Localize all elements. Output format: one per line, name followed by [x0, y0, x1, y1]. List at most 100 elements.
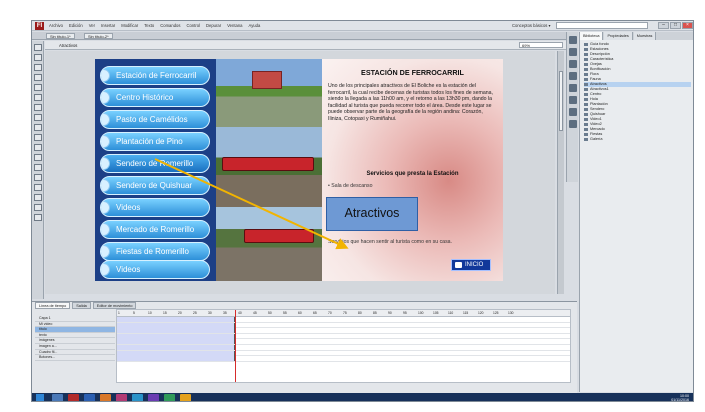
nav-button-plantacion[interactable]: Plantación de Pino: [100, 132, 210, 151]
nav-button-fiestas[interactable]: Fiestas de Romerillo: [100, 242, 210, 261]
frame-number: 50: [268, 311, 272, 315]
library-item[interactable]: Galería: [584, 137, 691, 142]
menu-texto[interactable]: Texto: [144, 23, 154, 28]
symbol-icon: [584, 67, 588, 72]
bone-tool-icon[interactable]: [33, 144, 42, 151]
minimize-icon[interactable]: –: [658, 22, 669, 29]
nav-button-sendero-quishuar[interactable]: Sendero de Quishuar: [100, 176, 210, 195]
lasso-tool-icon[interactable]: [33, 74, 42, 81]
color-panel-icon[interactable]: [568, 36, 577, 44]
tab-muestras[interactable]: Muestras: [633, 32, 657, 40]
fill-color-icon[interactable]: [33, 214, 42, 221]
frames-grid[interactable]: 1 5 10 15 20 25 30 35 40 45 50 55 60 65 …: [116, 309, 571, 383]
doc-tab-2[interactable]: Sin título-2*: [84, 33, 113, 39]
hand-tool-icon[interactable]: [33, 184, 42, 191]
nav-button-videos-1[interactable]: Videos: [100, 198, 210, 217]
brush-tool-icon[interactable]: [33, 134, 42, 141]
rectangle-tool-icon[interactable]: [33, 114, 42, 121]
zoom-tool-icon[interactable]: [33, 194, 42, 201]
illustrator-icon[interactable]: [100, 394, 111, 401]
system-clock[interactable]: 10:00 01/11/2016: [671, 394, 689, 401]
stroke-color-icon[interactable]: [33, 204, 42, 211]
library-panel: Biblioteca Propiedades Muestras Guía fon…: [579, 32, 693, 392]
frame-row[interactable]: [117, 356, 570, 362]
nav-button-sendero-romerillo[interactable]: Sendero de Romerillo: [100, 154, 210, 173]
eraser-icon[interactable]: [33, 174, 42, 181]
chrome-icon[interactable]: [180, 394, 191, 401]
nav-button-videos-2[interactable]: Videos: [100, 260, 210, 279]
premiere-icon[interactable]: [148, 394, 159, 401]
transform-tool-icon[interactable]: [33, 64, 42, 71]
playhead[interactable]: [235, 310, 236, 382]
menu-bar: Fl Archivo Edición Ver Insertar Modifica…: [32, 21, 693, 31]
nav-button-pasto[interactable]: Pasto de Camélidos: [100, 110, 210, 129]
pen-tool-icon[interactable]: [33, 84, 42, 91]
atractivos-button[interactable]: Atractivos: [326, 197, 418, 231]
excel-icon[interactable]: [164, 394, 175, 401]
transform-icon[interactable]: [568, 84, 577, 92]
inicio-button[interactable]: INICIO: [451, 259, 491, 271]
doc-tab-1[interactable]: Sin título-1*: [46, 33, 75, 39]
stage-vertical-scrollbar[interactable]: [557, 51, 564, 294]
frame-span: [117, 328, 235, 334]
info-icon[interactable]: [568, 72, 577, 80]
menu-edicion[interactable]: Edición: [69, 23, 83, 28]
nav-button-label: Videos: [116, 265, 141, 274]
tab-editor-movimiento[interactable]: Editor de movimiento: [92, 302, 137, 309]
layer-row[interactable]: Botones...: [35, 355, 115, 361]
paint-bucket-icon[interactable]: [33, 154, 42, 161]
eyedropper-icon[interactable]: [33, 164, 42, 171]
menu-archivo[interactable]: Archivo: [49, 23, 63, 28]
scene-name[interactable]: Atractivos: [59, 43, 77, 48]
symbol-icon: [584, 117, 588, 122]
maximize-icon[interactable]: □: [670, 22, 681, 29]
align-icon[interactable]: [568, 60, 577, 68]
menu-modificar[interactable]: Modificar: [121, 23, 138, 28]
menu-ayuda[interactable]: Ayuda: [249, 23, 261, 28]
help-search-input[interactable]: [556, 22, 648, 29]
start-button-icon[interactable]: [36, 394, 44, 401]
symbol-icon: [584, 122, 588, 127]
motion-presets-icon[interactable]: [568, 108, 577, 116]
code-snippets-icon[interactable]: [568, 120, 577, 128]
button-bullet-icon: [101, 157, 110, 170]
tab-linea-de-tiempo[interactable]: Línea de tiempo: [35, 302, 71, 309]
subselection-tool-icon[interactable]: [33, 54, 42, 61]
station-photo-1: [216, 59, 322, 127]
tab-salida[interactable]: Salida: [72, 302, 91, 309]
menu-control[interactable]: Control: [186, 23, 200, 28]
pencil-tool-icon[interactable]: [33, 124, 42, 131]
close-icon[interactable]: ×: [682, 22, 693, 29]
frame-number: 70: [328, 311, 332, 315]
frame-number: 1: [118, 311, 120, 315]
photoshop-icon[interactable]: [132, 394, 143, 401]
tab-biblioteca[interactable]: Biblioteca: [580, 32, 604, 40]
zoom-select[interactable]: 69%: [519, 42, 563, 48]
train-shape: [244, 229, 314, 243]
swatches-icon[interactable]: [568, 48, 577, 56]
nav-button-mercado[interactable]: Mercado de Romerillo: [100, 220, 210, 239]
flash-app-icon[interactable]: [68, 394, 79, 401]
menu-ventana[interactable]: Ventana: [227, 23, 242, 28]
nav-button-estacion[interactable]: Estación de Ferrocarril: [100, 66, 210, 85]
stage[interactable]: Estación de Ferrocarril Centro Histórico…: [95, 59, 503, 281]
scrollbar-thumb[interactable]: [559, 71, 563, 131]
button-bullet-icon: [101, 263, 110, 276]
frame-number: 125: [493, 311, 499, 315]
tab-propiedades[interactable]: Propiedades: [604, 32, 633, 40]
menu-insertar[interactable]: Insertar: [101, 23, 115, 28]
button-bullet-icon: [101, 223, 110, 236]
workspace-selector[interactable]: Conceptos básicos ▾: [512, 23, 551, 28]
components-icon[interactable]: [568, 96, 577, 104]
menu-comandos[interactable]: Comandos: [160, 23, 180, 28]
text-tool-icon[interactable]: [33, 94, 42, 101]
indesign-icon[interactable]: [116, 394, 127, 401]
explorer-icon[interactable]: [52, 394, 63, 401]
menu-depurar[interactable]: Depurar: [206, 23, 221, 28]
word-icon[interactable]: [84, 394, 95, 401]
menu-ver[interactable]: Ver: [89, 23, 95, 28]
nav-button-centro[interactable]: Centro Histórico: [100, 88, 210, 107]
line-tool-icon[interactable]: [33, 104, 42, 111]
frame-number: 95: [403, 311, 407, 315]
selection-tool-icon[interactable]: [33, 44, 42, 51]
